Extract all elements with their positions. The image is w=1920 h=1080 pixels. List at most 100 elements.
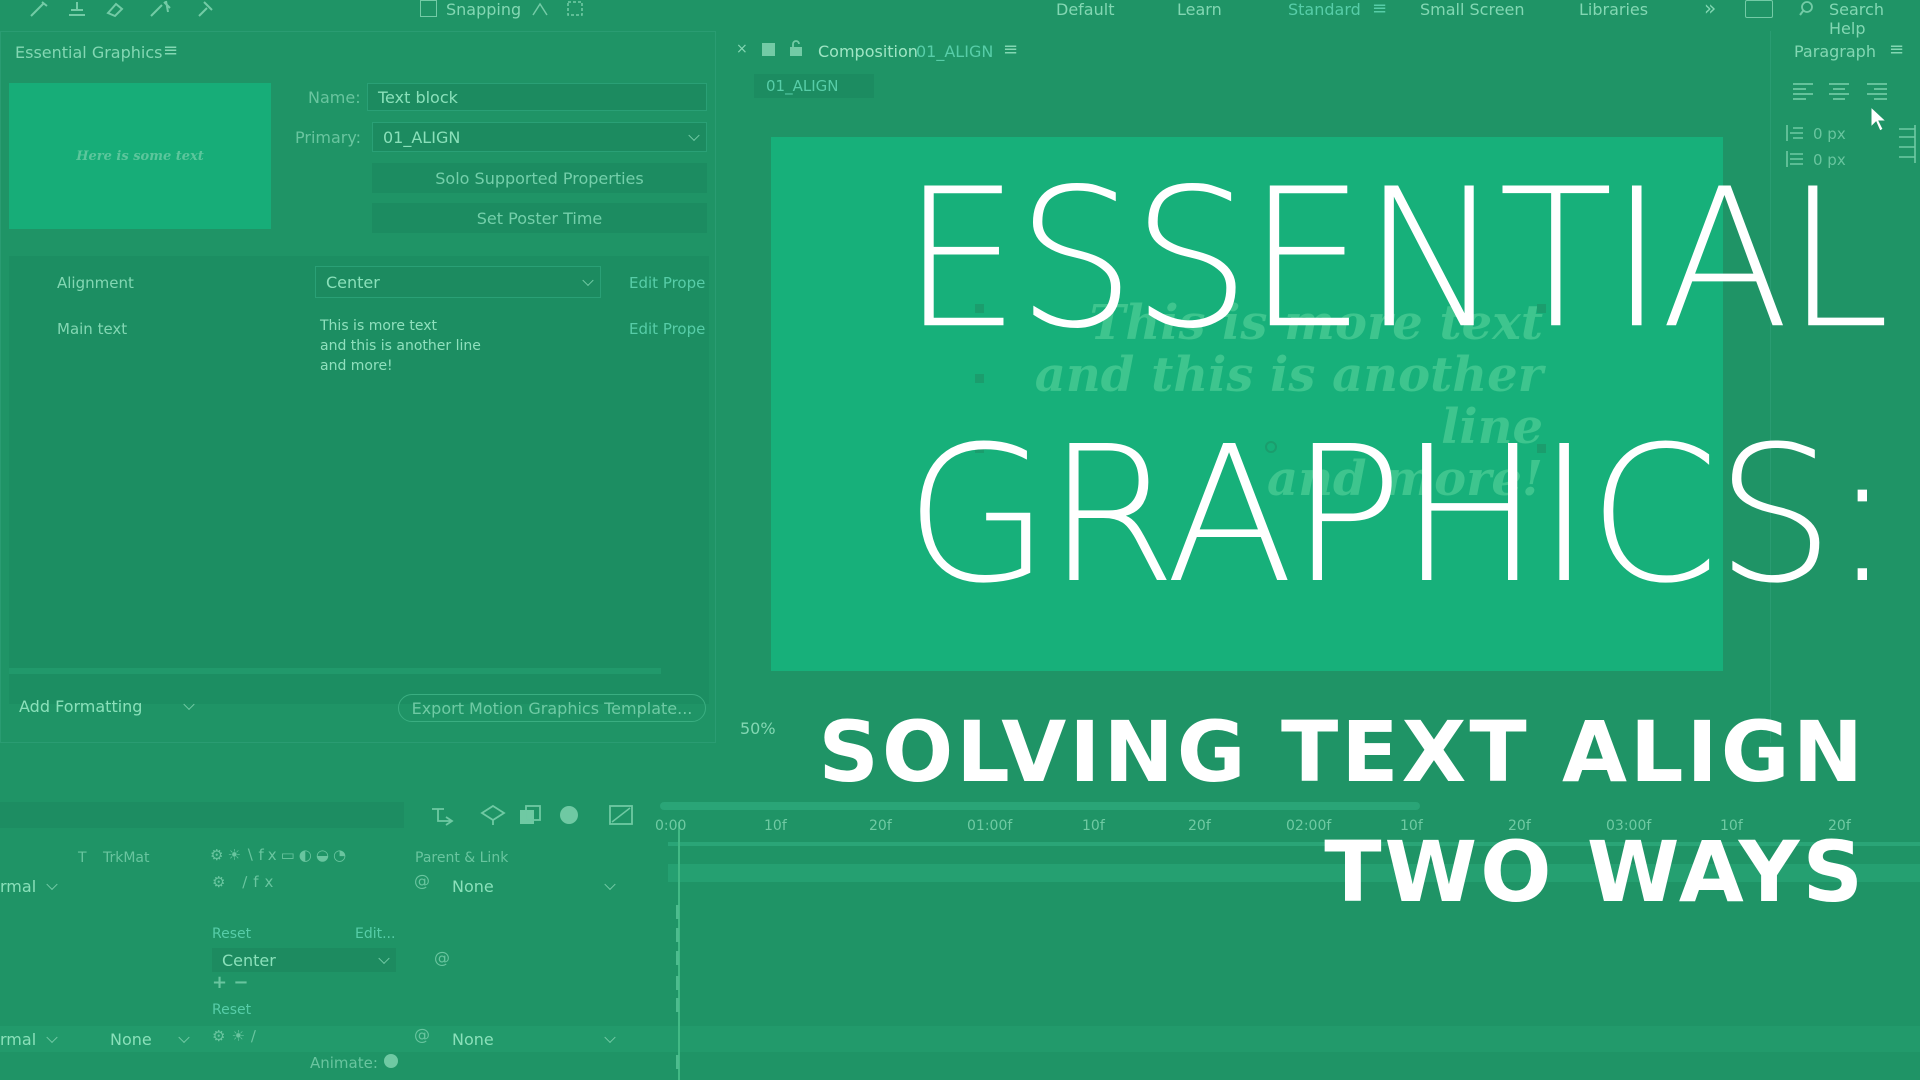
name-value: Text block (378, 87, 458, 107)
ruler-label: 10f (1720, 818, 1743, 834)
align-left-icon[interactable] (1791, 81, 1815, 101)
indent-left-icon[interactable] (1785, 123, 1805, 143)
paragraph-menu-icon[interactable]: ≡ (1889, 39, 1904, 60)
edit-properties-link-alignment[interactable]: Edit Prope (629, 274, 705, 292)
name-label: Name: (308, 88, 361, 107)
expression-pickwhip-icon[interactable]: @ (434, 948, 450, 967)
edit-properties-link-main-text[interactable]: Edit Prope (629, 320, 705, 338)
alignment-property-dropdown[interactable]: Center (212, 948, 396, 972)
keyframe-marker[interactable] (676, 905, 679, 919)
canvas-text-block[interactable]: This is more text and this is another li… (971, 297, 1543, 505)
edit-link[interactable]: Edit... (355, 926, 395, 942)
snap-target-icon[interactable] (565, 0, 587, 18)
lock-icon[interactable] (788, 39, 804, 57)
export-mogrt-button[interactable]: Export Motion Graphics Template... (398, 694, 706, 722)
indent-right-icon[interactable] (1895, 123, 1919, 169)
ruler-label: 20f (1508, 818, 1531, 834)
align-center-icon[interactable] (1827, 81, 1851, 101)
workspace-overflow-icon[interactable]: » (1704, 0, 1716, 20)
essential-graphics-panel: Essential Graphics ≡ Here is some text N… (0, 31, 716, 743)
ruler-label: 20f (1828, 818, 1851, 834)
eraser-tool-icon[interactable] (104, 0, 126, 18)
add-formatting-dropdown[interactable]: Add Formatting (9, 692, 201, 720)
add-remove-icon[interactable]: + − (212, 972, 248, 993)
ruler-label: 10f (764, 818, 787, 834)
bounding-handle[interactable] (1537, 444, 1546, 453)
panel-menu-icon[interactable]: ≡ (163, 40, 178, 61)
sync-settings-icon[interactable] (1745, 0, 1773, 18)
primary-dropdown[interactable]: 01_ALIGN (372, 122, 707, 152)
workspace-default[interactable]: Default (1056, 0, 1114, 19)
frame-blending-icon[interactable] (518, 804, 544, 826)
parent-dropdown-layer-2[interactable]: None (442, 1027, 622, 1051)
trkmat-dropdown-layer-2[interactable]: None (100, 1027, 196, 1051)
keyframe-marker[interactable] (676, 998, 679, 1012)
keyframe-marker[interactable] (676, 976, 679, 990)
ruler-label: 01:00f (967, 818, 1013, 834)
close-tab-icon[interactable]: × (736, 41, 748, 57)
snapping-label: Snapping (446, 0, 522, 19)
alignment-property-value: Center (222, 950, 276, 970)
bounding-handle[interactable] (975, 304, 984, 313)
snap-edge-icon[interactable] (530, 0, 550, 18)
indent-first-line-value[interactable]: 0 px (1813, 151, 1846, 169)
keyframe-marker[interactable] (676, 951, 679, 965)
indent-first-line-icon[interactable] (1785, 149, 1805, 169)
keyframe-marker[interactable] (676, 928, 679, 942)
thumbnail-text: Here is some text (76, 148, 204, 164)
workspace-small-screen[interactable]: Small Screen (1420, 0, 1525, 19)
comp-panel-menu-icon[interactable]: ≡ (1003, 39, 1018, 60)
solo-supported-properties-button[interactable]: Solo Supported Properties (372, 163, 707, 193)
alignment-value: Center (326, 272, 380, 292)
alignment-dropdown[interactable]: Center (315, 266, 601, 298)
composition-panel: × Composition 01_ALIGN ≡ 01_ALIGN This i… (722, 31, 1766, 743)
name-field[interactable]: Text block (367, 83, 707, 111)
workspace-menu-icon[interactable]: ≡ (1372, 0, 1387, 19)
mode-dropdown-layer-1[interactable]: rmal (0, 873, 64, 899)
bounding-handle[interactable] (975, 444, 984, 453)
workspace-learn[interactable]: Learn (1177, 0, 1222, 19)
comp-flowchart-icon[interactable] (430, 804, 456, 826)
comp-canvas[interactable]: This is more text and this is another li… (771, 137, 1723, 671)
parent-dropdown-layer-1[interactable]: None (442, 873, 622, 899)
pickwhip-icon[interactable]: @ (414, 1025, 430, 1044)
comp-tab-01-align[interactable]: 01_ALIGN (754, 74, 874, 98)
panel-scrollbar[interactable] (9, 668, 661, 674)
comp-viewer-lock-icon[interactable] (762, 43, 775, 56)
snapping-checkbox[interactable] (420, 0, 437, 17)
motion-blur-icon[interactable] (556, 804, 582, 826)
layer-track-bar-2[interactable] (668, 864, 1920, 882)
chevron-down-icon (183, 698, 195, 711)
zoom-level[interactable]: 50% (740, 719, 776, 738)
bounding-handle[interactable] (975, 374, 984, 383)
puppet-pin-icon[interactable] (194, 0, 216, 18)
mode-value: rmal (0, 876, 37, 896)
draft-3d-icon[interactable] (480, 804, 506, 826)
animate-label: Animate: (310, 1054, 378, 1072)
main-text-field[interactable]: This is more text and this is another li… (320, 316, 520, 376)
chevron-down-icon (688, 129, 700, 142)
graph-editor-icon[interactable] (608, 804, 634, 826)
keyframe-marker[interactable] (676, 1055, 679, 1069)
set-poster-time-button[interactable]: Set Poster Time (372, 203, 707, 233)
work-area-bar[interactable] (660, 802, 1420, 810)
workspace-standard[interactable]: Standard (1288, 0, 1361, 19)
workspace-libraries[interactable]: Libraries (1579, 0, 1648, 19)
chevron-down-icon (378, 952, 390, 965)
indent-left-value[interactable]: 0 px (1813, 125, 1846, 143)
reset-link-2[interactable]: Reset (212, 1002, 251, 1018)
anchor-point-icon[interactable] (1265, 441, 1277, 453)
clone-stamp-icon[interactable] (66, 0, 88, 18)
timeline-search-field[interactable] (0, 802, 404, 828)
bounding-handle[interactable] (1537, 304, 1546, 313)
reset-link-1[interactable]: Reset (212, 926, 251, 942)
animate-add-icon[interactable] (384, 1054, 398, 1068)
align-right-icon[interactable] (1865, 81, 1889, 101)
mode-dropdown-layer-2[interactable]: rmal (0, 1027, 64, 1051)
brush-tool-icon[interactable] (28, 0, 50, 18)
search-icon[interactable] (1799, 0, 1817, 18)
layer-track-bar-1[interactable] (668, 842, 1920, 846)
roto-brush-icon[interactable] (148, 0, 174, 18)
comp-tab-label: 01_ALIGN (766, 77, 839, 95)
pickwhip-icon[interactable]: @ (414, 871, 430, 890)
